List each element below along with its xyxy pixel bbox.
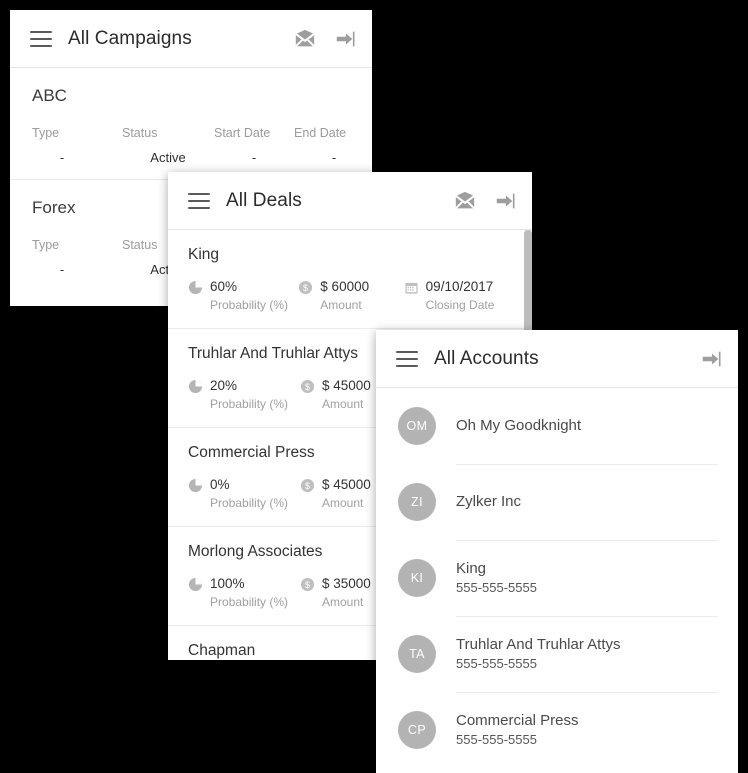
list-item[interactable]: King 60% Probability (%) $ $ 60000 Amoun…: [168, 230, 532, 328]
column-header-type: Type: [32, 238, 60, 252]
cell-type: -: [59, 150, 65, 165]
avatar: ZI: [398, 483, 436, 521]
account-name: Truhlar And Truhlar Attys: [456, 635, 621, 653]
account-phone: 555-555-5555: [456, 655, 537, 671]
arrow-to-bar-icon[interactable]: [700, 348, 722, 370]
metric-label: Amount: [320, 298, 362, 312]
dollar-circle-icon: $: [300, 379, 315, 394]
metric-value: $ 45000: [322, 378, 371, 393]
account-name: King: [456, 559, 487, 577]
dollar-circle-icon: $: [300, 577, 315, 592]
metric-amount: $ $ 60000 Amount: [298, 278, 403, 314]
column-header-status: Status: [122, 126, 158, 140]
hamburger-icon[interactable]: [188, 192, 210, 209]
account-name: Commercial Press: [456, 712, 579, 729]
deals-header-actions: [454, 190, 516, 212]
column-header-end-date: End Date: [294, 126, 347, 140]
deal-name: King: [188, 246, 220, 263]
campaign-table: Type Status Start Date End Date - Active…: [32, 126, 372, 165]
column-header-type: Type: [32, 126, 60, 140]
account-phone: 555-555-5555: [456, 732, 537, 747]
list-item[interactable]: CP Commercial Press 555-555-5555: [376, 692, 738, 768]
pie-chart-icon: [188, 478, 203, 493]
cell-start-date: -: [251, 150, 257, 165]
accounts-header-actions: [700, 348, 722, 370]
metric-probability: 60% Probability (%): [188, 278, 298, 314]
account-name: Zylker Inc: [456, 492, 522, 510]
metric-value: 09/10/2017: [425, 279, 494, 294]
metric-label: Probability (%): [210, 298, 289, 312]
metric-label: Probability (%): [210, 595, 289, 609]
accounts-header: All Accounts: [376, 330, 738, 388]
hamburger-icon[interactable]: [30, 30, 52, 47]
svg-text:$: $: [303, 283, 308, 293]
metric-label: Amount: [322, 496, 364, 510]
account-name: Oh My Goodknight: [456, 416, 582, 434]
accounts-list[interactable]: OM Oh My Goodknight ZI Zylker Inc KI Kin…: [376, 388, 738, 768]
metric-value: $ 60000: [320, 279, 370, 294]
arrow-to-bar-icon[interactable]: [494, 190, 516, 212]
cell-type: -: [59, 262, 65, 277]
arrow-to-bar-icon[interactable]: [334, 28, 356, 50]
pie-chart-icon: [188, 379, 203, 394]
metric-probability: 100% Probability (%): [188, 575, 300, 611]
avatar: CP: [398, 711, 436, 749]
dollar-circle-icon: $: [298, 280, 313, 295]
list-item[interactable]: KI King 555-555-5555: [376, 540, 738, 617]
campaign-block[interactable]: ABC Type Status Start Date End Date - Ac…: [10, 68, 372, 179]
cell-end-date: -: [331, 150, 337, 165]
metric-label: Amount: [322, 397, 364, 411]
account-phone: 555-555-5555: [456, 579, 537, 595]
metric-label: Closing Date: [425, 298, 495, 312]
avatar: KI: [398, 559, 436, 597]
envelope-icon[interactable]: [454, 190, 476, 212]
metric-probability: 0% Probability (%): [188, 476, 300, 512]
campaigns-header-actions: [294, 28, 356, 50]
dollar-circle-icon: $: [300, 478, 315, 493]
pie-chart-icon: [188, 577, 203, 592]
metric-value: 60%: [210, 279, 238, 294]
metric-probability: 20% Probability (%): [188, 377, 300, 413]
avatar: TA: [398, 635, 436, 673]
svg-text:$: $: [305, 382, 310, 392]
metric-value: 100%: [210, 576, 245, 591]
page-title: All Campaigns: [68, 27, 192, 49]
hamburger-icon[interactable]: [396, 350, 418, 367]
page-title: All Accounts: [434, 347, 539, 369]
svg-text:$: $: [305, 481, 310, 491]
all-accounts-card: All Accounts OM Oh My Goodknight ZI Zylk…: [376, 330, 738, 773]
table-header-row: Type Status Start Date End Date: [32, 126, 372, 150]
svg-text:$: $: [305, 580, 310, 590]
metric-label: Probability (%): [210, 496, 289, 510]
table-row: - Active - -: [32, 150, 372, 165]
metric-value: $ 35000: [322, 576, 371, 591]
avatar: OM: [398, 407, 436, 445]
metric-label: Probability (%): [210, 397, 289, 411]
metric-closing-date: 09/10/2017 Closing Date: [404, 278, 512, 314]
metric-value: $ 45000: [322, 477, 371, 492]
envelope-icon[interactable]: [294, 28, 316, 50]
calendar-icon: [404, 280, 419, 295]
metric-value: 0%: [210, 477, 230, 492]
cell-status: Active: [150, 150, 186, 165]
column-header-start-date: Start Date: [214, 126, 271, 140]
deals-header: All Deals: [168, 172, 532, 230]
metric-value: 20%: [210, 378, 238, 393]
metric-label: Amount: [322, 595, 364, 609]
pie-chart-icon: [188, 280, 203, 295]
campaign-name: ABC: [32, 86, 67, 105]
deal-metrics: 60% Probability (%) $ $ 60000 Amount 09/…: [188, 278, 512, 314]
page-title: All Deals: [226, 189, 302, 211]
list-item[interactable]: ZI Zylker Inc: [376, 464, 738, 541]
list-item[interactable]: TA Truhlar And Truhlar Attys 555-555-555…: [376, 616, 738, 693]
campaigns-header: All Campaigns: [10, 10, 372, 68]
list-item[interactable]: OM Oh My Goodknight: [376, 388, 738, 465]
